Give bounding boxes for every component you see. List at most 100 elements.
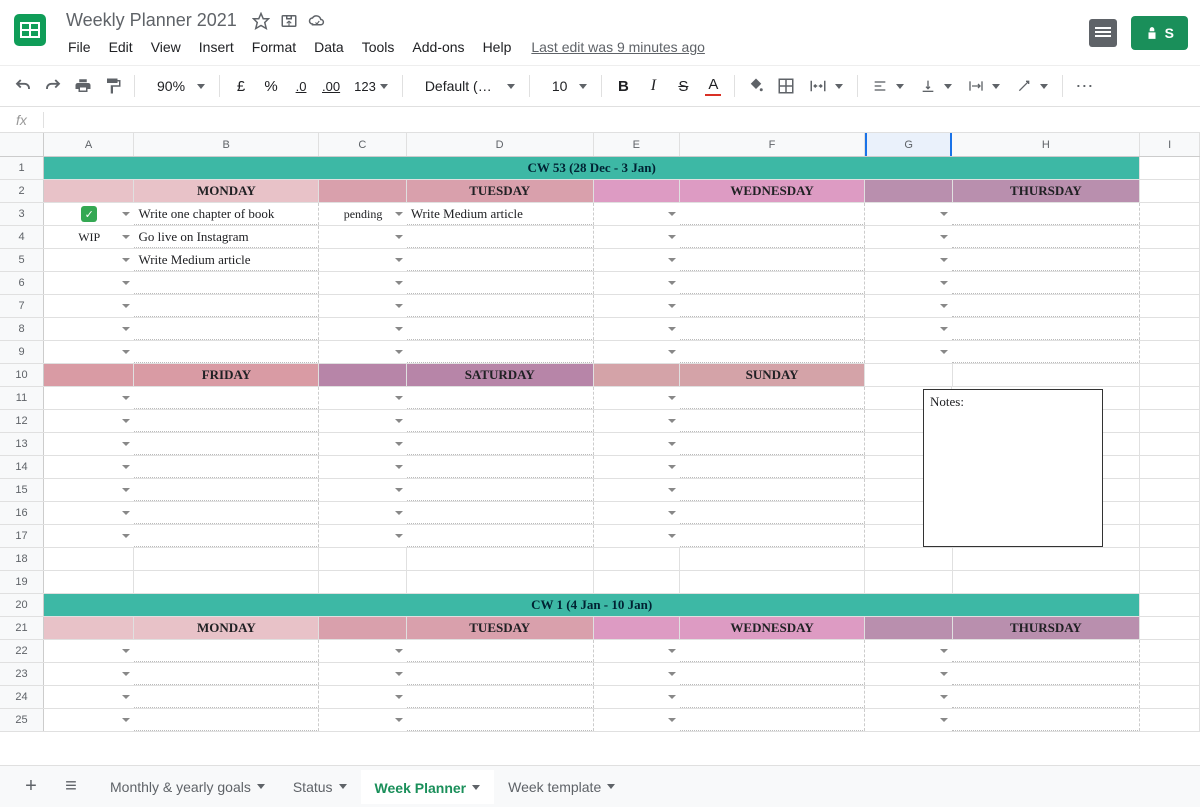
status-cell[interactable] bbox=[594, 456, 680, 478]
dropdown-arrow-icon[interactable] bbox=[668, 212, 676, 216]
task-cell[interactable] bbox=[134, 456, 319, 478]
task-cell[interactable] bbox=[952, 295, 1140, 317]
status-cell[interactable] bbox=[594, 272, 680, 294]
dropdown-arrow-icon[interactable] bbox=[668, 442, 676, 446]
cell[interactable] bbox=[44, 617, 134, 639]
dropdown-arrow-icon[interactable] bbox=[668, 488, 676, 492]
sheet-tab[interactable]: Status bbox=[279, 770, 361, 804]
cell[interactable] bbox=[407, 571, 594, 593]
cell[interactable] bbox=[865, 548, 952, 570]
all-sheets-button[interactable]: ≡ bbox=[56, 772, 86, 802]
sheet-tab[interactable]: Week template bbox=[494, 770, 629, 804]
status-cell[interactable] bbox=[594, 479, 680, 501]
task-cell[interactable] bbox=[680, 456, 865, 478]
task-cell[interactable] bbox=[407, 433, 594, 455]
row-header[interactable]: 2 bbox=[0, 180, 44, 202]
row-header[interactable]: 24 bbox=[0, 686, 44, 708]
task-cell[interactable] bbox=[134, 433, 319, 455]
task-cell[interactable] bbox=[134, 341, 319, 363]
dropdown-arrow-icon[interactable] bbox=[395, 695, 403, 699]
dropdown-arrow-icon[interactable] bbox=[122, 327, 130, 331]
menu-edit[interactable]: Edit bbox=[101, 35, 141, 59]
dropdown-arrow-icon[interactable] bbox=[122, 695, 130, 699]
menu-tools[interactable]: Tools bbox=[354, 35, 403, 59]
dropdown-arrow-icon[interactable] bbox=[122, 672, 130, 676]
cell[interactable] bbox=[319, 180, 406, 202]
day-wednesday[interactable]: WEDNESDAY bbox=[680, 617, 865, 639]
text-color-button[interactable]: A bbox=[700, 73, 726, 99]
status-cell[interactable]: WIP bbox=[44, 226, 134, 248]
h-align-button[interactable] bbox=[866, 72, 910, 100]
redo-icon[interactable] bbox=[40, 73, 66, 99]
cell[interactable] bbox=[1140, 249, 1200, 271]
dropdown-arrow-icon[interactable] bbox=[395, 281, 403, 285]
dropdown-arrow-icon[interactable] bbox=[122, 488, 130, 492]
col-header-i[interactable]: I bbox=[1140, 133, 1200, 156]
row-header[interactable]: 14 bbox=[0, 456, 44, 478]
row-header[interactable]: 11 bbox=[0, 387, 44, 409]
status-cell[interactable] bbox=[865, 249, 952, 271]
task-cell[interactable] bbox=[407, 479, 594, 501]
status-cell[interactable] bbox=[594, 295, 680, 317]
task-cell[interactable] bbox=[952, 318, 1140, 340]
col-header-c[interactable]: C bbox=[319, 133, 406, 156]
font-size-dropdown[interactable]: 10 bbox=[538, 72, 594, 100]
row-header[interactable]: 23 bbox=[0, 663, 44, 685]
dropdown-arrow-icon[interactable] bbox=[122, 396, 130, 400]
spreadsheet-grid[interactable]: A B C D E F G H I 1CW 53 (28 Dec - 3 Jan… bbox=[0, 133, 1200, 732]
cell[interactable] bbox=[953, 548, 1141, 570]
task-cell[interactable] bbox=[407, 249, 594, 271]
status-cell[interactable] bbox=[319, 387, 406, 409]
status-cell[interactable] bbox=[44, 249, 134, 271]
row-header[interactable]: 22 bbox=[0, 640, 44, 662]
dropdown-arrow-icon[interactable] bbox=[122, 281, 130, 285]
row-header[interactable]: 15 bbox=[0, 479, 44, 501]
task-cell[interactable] bbox=[407, 663, 594, 685]
cell[interactable] bbox=[44, 364, 134, 386]
col-header-h[interactable]: H bbox=[952, 133, 1140, 156]
row-header[interactable]: 4 bbox=[0, 226, 44, 248]
cell[interactable] bbox=[1140, 594, 1200, 616]
status-cell[interactable] bbox=[44, 709, 134, 731]
print-icon[interactable] bbox=[70, 73, 96, 99]
task-cell[interactable] bbox=[134, 410, 319, 432]
cell[interactable] bbox=[594, 617, 681, 639]
cell[interactable] bbox=[1140, 502, 1200, 524]
number-format-dropdown[interactable]: 123 bbox=[348, 72, 394, 100]
status-cell[interactable] bbox=[865, 341, 952, 363]
menu-format[interactable]: Format bbox=[244, 35, 304, 59]
cell[interactable] bbox=[44, 548, 134, 570]
dropdown-arrow-icon[interactable] bbox=[668, 672, 676, 676]
day-thursday[interactable]: THURSDAY bbox=[953, 180, 1141, 202]
dropdown-arrow-icon[interactable] bbox=[940, 695, 948, 699]
status-cell[interactable] bbox=[44, 663, 134, 685]
italic-button[interactable]: I bbox=[640, 73, 666, 99]
task-cell[interactable] bbox=[134, 295, 319, 317]
dropdown-arrow-icon[interactable] bbox=[395, 718, 403, 722]
day-tuesday[interactable]: TUESDAY bbox=[407, 617, 594, 639]
move-icon[interactable] bbox=[279, 11, 299, 31]
dropdown-arrow-icon[interactable] bbox=[668, 511, 676, 515]
status-cell[interactable] bbox=[865, 226, 952, 248]
dropdown-arrow-icon[interactable] bbox=[122, 442, 130, 446]
status-cell[interactable] bbox=[44, 479, 134, 501]
task-cell[interactable] bbox=[407, 226, 594, 248]
undo-icon[interactable] bbox=[10, 73, 36, 99]
menu-data[interactable]: Data bbox=[306, 35, 352, 59]
status-cell[interactable] bbox=[319, 318, 406, 340]
cell[interactable] bbox=[407, 548, 594, 570]
week-header[interactable]: CW 1 (4 Jan - 10 Jan) bbox=[44, 594, 1140, 616]
task-cell[interactable] bbox=[134, 502, 319, 524]
dropdown-arrow-icon[interactable] bbox=[668, 350, 676, 354]
star-icon[interactable] bbox=[251, 11, 271, 31]
dropdown-arrow-icon[interactable] bbox=[668, 258, 676, 262]
cell[interactable] bbox=[1140, 663, 1200, 685]
task-cell[interactable] bbox=[680, 663, 865, 685]
dropdown-arrow-icon[interactable] bbox=[668, 718, 676, 722]
status-cell[interactable]: pending bbox=[319, 203, 406, 225]
task-cell[interactable] bbox=[680, 410, 865, 432]
task-cell[interactable] bbox=[134, 318, 319, 340]
menu-addons[interactable]: Add-ons bbox=[404, 35, 472, 59]
add-sheet-button[interactable]: + bbox=[16, 772, 46, 802]
status-cell[interactable] bbox=[865, 663, 952, 685]
